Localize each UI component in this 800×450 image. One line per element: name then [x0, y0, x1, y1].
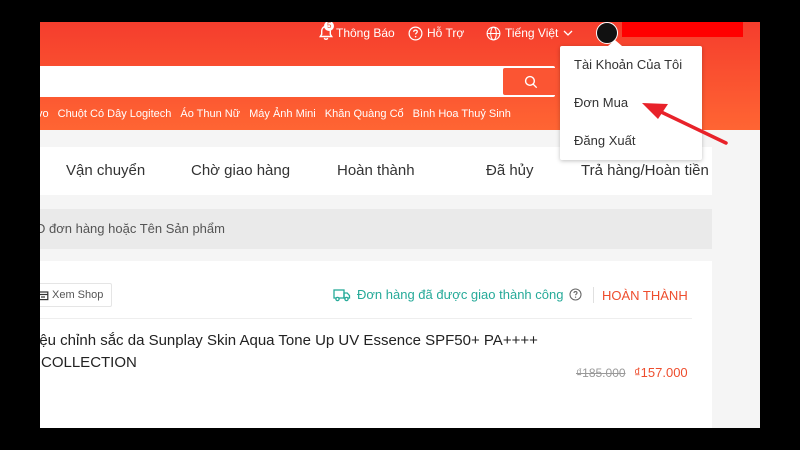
delivery-truck-icon [333, 288, 351, 301]
suggestion-link[interactable]: Chuột Có Dây Logitech [58, 108, 172, 120]
view-shop-label: Xem Shop [52, 289, 104, 301]
suggestion-link[interactable]: Bình Hoa Thuỷ Sinh [413, 108, 511, 120]
notifications-link[interactable]: 5 Thông Báo [318, 22, 395, 41]
search-button[interactable] [503, 68, 559, 95]
tab-completed[interactable]: Hoàn thành [337, 162, 415, 179]
notifications-label: Thông Báo [336, 26, 395, 40]
help-circle-icon[interactable] [569, 288, 583, 301]
shop-icon [40, 291, 49, 301]
suggestion-link[interactable]: vo [40, 108, 49, 120]
help-label: Hỗ Trợ [427, 26, 465, 40]
order-status-badge: HOÀN THÀNH [602, 288, 688, 303]
menu-item-my-purchase[interactable]: Đơn Mua [574, 95, 628, 110]
username-redaction [622, 22, 743, 37]
top-navbar: 5 Thông Báo Hỗ Trợ Tiếng Việt [40, 22, 760, 44]
search-suggestions: vo Chuột Có Dây Logitech Áo Thun Nữ Máy … [40, 107, 580, 121]
bell-icon: 5 [318, 22, 336, 41]
tab-shipping[interactable]: Vận chuyển [66, 162, 145, 179]
globe-icon [486, 26, 501, 40]
help-circle-icon [408, 26, 423, 40]
menu-item-my-account[interactable]: Tài Khoản Của Tôi [574, 57, 682, 72]
delivery-status: Đơn hàng đã được giao thành công [333, 287, 588, 302]
order-search-placeholder: D đơn hàng hoặc Tên Sản phẩm [40, 221, 225, 236]
account-dropdown: Tài Khoản Của Tôi Đơn Mua Đăng Xuất [560, 40, 702, 160]
help-link[interactable]: Hỗ Trợ [408, 25, 464, 41]
language-selector[interactable]: Tiếng Việt [486, 25, 578, 41]
view-shop-button[interactable]: Xem Shop [40, 283, 113, 307]
search-input[interactable] [40, 66, 559, 97]
status-divider [593, 287, 594, 303]
order-search-input[interactable]: D đơn hàng hoặc Tên Sản phẩm [40, 209, 712, 249]
delivery-status-text: Đơn hàng đã được giao thành công [357, 287, 564, 302]
suggestion-link[interactable]: Máy Ảnh Mini [249, 108, 316, 120]
original-price: ₫185.000 [576, 366, 626, 380]
tab-cancelled[interactable]: Đã hủy [486, 162, 534, 179]
suggestion-link[interactable]: Khăn Quàng Cổ [325, 108, 404, 120]
chevron-down-icon [563, 30, 573, 36]
product-name[interactable]: iệu chỉnh sắc da Sunplay Skin Aqua Tone … [40, 332, 538, 349]
tab-waiting-delivery[interactable]: Chờ giao hàng [191, 162, 290, 179]
suggestion-link[interactable]: Áo Thun Nữ [180, 108, 240, 120]
tab-return-refund[interactable]: Trả hàng/Hoàn tiền [581, 162, 709, 179]
order-card: Xem Shop Đơn hàng đã được giao thành côn… [40, 261, 712, 428]
divider [40, 318, 692, 319]
product-variant: COLLECTION [41, 354, 137, 371]
language-label: Tiếng Việt [505, 26, 559, 40]
screen: 5 Thông Báo Hỗ Trợ Tiếng Việt vo C [40, 22, 760, 428]
current-price: ₫157.000 [634, 365, 688, 380]
search-icon [524, 75, 538, 88]
menu-item-logout[interactable]: Đăng Xuất [574, 133, 635, 148]
